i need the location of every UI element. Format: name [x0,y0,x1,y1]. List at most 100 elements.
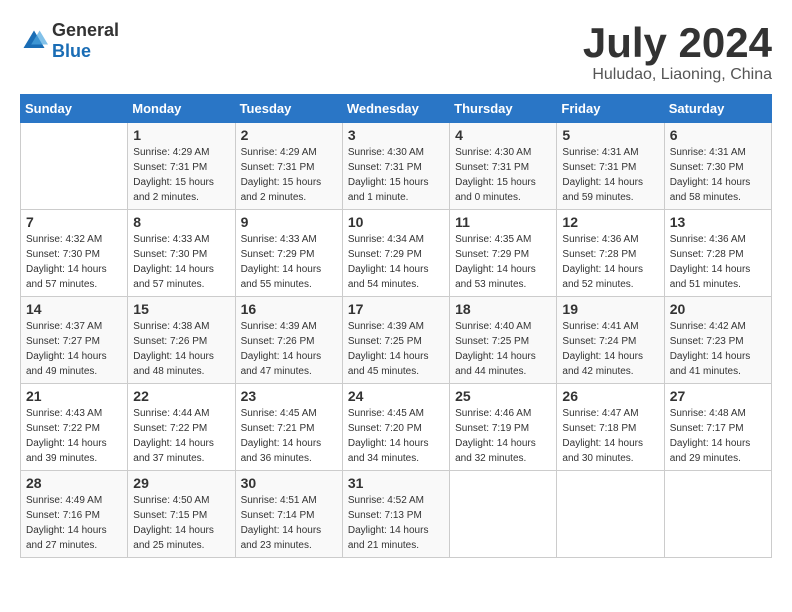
day-cell: 6 Sunrise: 4:31 AM Sunset: 7:30 PM Daylig… [664,123,771,210]
week-row-4: 21 Sunrise: 4:43 AM Sunset: 7:22 PM Dayli… [21,384,772,471]
week-row-5: 28 Sunrise: 4:49 AM Sunset: 7:16 PM Dayli… [21,471,772,558]
day-number: 11 [455,214,551,230]
day-number: 20 [670,301,766,317]
day-info: Sunrise: 4:36 AM Sunset: 7:28 PM Dayligh… [562,232,658,292]
day-number: 13 [670,214,766,230]
day-number: 14 [26,301,122,317]
day-number: 30 [241,475,337,491]
day-cell: 26 Sunrise: 4:47 AM Sunset: 7:18 PM Dayli… [557,384,664,471]
day-number: 26 [562,388,658,404]
day-number: 22 [133,388,229,404]
header-tuesday: Tuesday [235,95,342,123]
day-cell: 10 Sunrise: 4:34 AM Sunset: 7:29 PM Dayli… [342,210,449,297]
calendar-header: SundayMondayTuesdayWednesdayThursdayFrid… [21,95,772,123]
day-number: 2 [241,127,337,143]
logo-general: General [52,20,119,40]
day-number: 6 [670,127,766,143]
day-number: 23 [241,388,337,404]
header-wednesday: Wednesday [342,95,449,123]
day-number: 10 [348,214,444,230]
day-number: 29 [133,475,229,491]
day-info: Sunrise: 4:49 AM Sunset: 7:16 PM Dayligh… [26,493,122,553]
day-info: Sunrise: 4:51 AM Sunset: 7:14 PM Dayligh… [241,493,337,553]
day-info: Sunrise: 4:34 AM Sunset: 7:29 PM Dayligh… [348,232,444,292]
day-cell: 16 Sunrise: 4:39 AM Sunset: 7:26 PM Dayli… [235,297,342,384]
day-info: Sunrise: 4:46 AM Sunset: 7:19 PM Dayligh… [455,406,551,466]
logo-icon [20,27,48,55]
title-block: July 2024 Huludao, Liaoning, China [583,20,772,84]
day-cell: 5 Sunrise: 4:31 AM Sunset: 7:31 PM Daylig… [557,123,664,210]
logo: General Blue [20,20,119,62]
day-info: Sunrise: 4:33 AM Sunset: 7:30 PM Dayligh… [133,232,229,292]
week-row-1: 1Sunrise: 4:29 AM Sunset: 7:31 PM Daylig… [21,123,772,210]
day-cell: 2Sunrise: 4:29 AM Sunset: 7:31 PM Daylig… [235,123,342,210]
day-cell: 27 Sunrise: 4:48 AM Sunset: 7:17 PM Dayli… [664,384,771,471]
day-number: 18 [455,301,551,317]
day-cell: 14 Sunrise: 4:37 AM Sunset: 7:27 PM Dayli… [21,297,128,384]
day-cell [557,471,664,558]
day-cell: 15Sunrise: 4:38 AM Sunset: 7:26 PM Dayli… [128,297,235,384]
day-info: Sunrise: 4:50 AM Sunset: 7:15 PM Dayligh… [133,493,229,553]
day-cell [450,471,557,558]
day-info: Sunrise: 4:39 AM Sunset: 7:26 PM Dayligh… [241,319,337,379]
day-info: Sunrise: 4:45 AM Sunset: 7:20 PM Dayligh… [348,406,444,466]
day-number: 5 [562,127,658,143]
day-info: Sunrise: 4:45 AM Sunset: 7:21 PM Dayligh… [241,406,337,466]
day-number: 7 [26,214,122,230]
day-cell: 17Sunrise: 4:39 AM Sunset: 7:25 PM Dayli… [342,297,449,384]
day-info: Sunrise: 4:32 AM Sunset: 7:30 PM Dayligh… [26,232,122,292]
day-info: Sunrise: 4:40 AM Sunset: 7:25 PM Dayligh… [455,319,551,379]
header-monday: Monday [128,95,235,123]
logo-text: General Blue [52,20,119,62]
week-row-3: 14 Sunrise: 4:37 AM Sunset: 7:27 PM Dayli… [21,297,772,384]
logo-blue: Blue [52,41,91,61]
day-number: 12 [562,214,658,230]
day-number: 16 [241,301,337,317]
day-info: Sunrise: 4:31 AM Sunset: 7:30 PM Dayligh… [670,145,766,205]
day-info: Sunrise: 4:41 AM Sunset: 7:24 PM Dayligh… [562,319,658,379]
calendar-table: SundayMondayTuesdayWednesdayThursdayFrid… [20,94,772,558]
day-cell: 3Sunrise: 4:30 AM Sunset: 7:31 PM Daylig… [342,123,449,210]
day-cell: 7 Sunrise: 4:32 AM Sunset: 7:30 PM Daylig… [21,210,128,297]
day-cell: 22Sunrise: 4:44 AM Sunset: 7:22 PM Dayli… [128,384,235,471]
day-cell: 9 Sunrise: 4:33 AM Sunset: 7:29 PM Daylig… [235,210,342,297]
day-info: Sunrise: 4:47 AM Sunset: 7:18 PM Dayligh… [562,406,658,466]
day-cell: 20Sunrise: 4:42 AM Sunset: 7:23 PM Dayli… [664,297,771,384]
day-info: Sunrise: 4:43 AM Sunset: 7:22 PM Dayligh… [26,406,122,466]
day-info: Sunrise: 4:48 AM Sunset: 7:17 PM Dayligh… [670,406,766,466]
day-number: 19 [562,301,658,317]
day-cell: 13Sunrise: 4:36 AM Sunset: 7:28 PM Dayli… [664,210,771,297]
header-thursday: Thursday [450,95,557,123]
day-number: 15 [133,301,229,317]
day-cell [664,471,771,558]
day-number: 3 [348,127,444,143]
day-info: Sunrise: 4:31 AM Sunset: 7:31 PM Dayligh… [562,145,658,205]
day-info: Sunrise: 4:37 AM Sunset: 7:27 PM Dayligh… [26,319,122,379]
day-number: 27 [670,388,766,404]
header-row: SundayMondayTuesdayWednesdayThursdayFrid… [21,95,772,123]
day-number: 31 [348,475,444,491]
day-number: 25 [455,388,551,404]
calendar-body: 1Sunrise: 4:29 AM Sunset: 7:31 PM Daylig… [21,123,772,558]
day-cell [21,123,128,210]
day-number: 17 [348,301,444,317]
day-cell: 11 Sunrise: 4:35 AM Sunset: 7:29 PM Dayli… [450,210,557,297]
day-info: Sunrise: 4:33 AM Sunset: 7:29 PM Dayligh… [241,232,337,292]
day-cell: 12 Sunrise: 4:36 AM Sunset: 7:28 PM Dayli… [557,210,664,297]
day-number: 24 [348,388,444,404]
day-number: 21 [26,388,122,404]
day-number: 4 [455,127,551,143]
day-number: 9 [241,214,337,230]
day-cell: 18 Sunrise: 4:40 AM Sunset: 7:25 PM Dayli… [450,297,557,384]
day-cell: 30 Sunrise: 4:51 AM Sunset: 7:14 PM Dayli… [235,471,342,558]
day-cell: 8Sunrise: 4:33 AM Sunset: 7:30 PM Daylig… [128,210,235,297]
location-title: Huludao, Liaoning, China [583,66,772,84]
day-cell: 23 Sunrise: 4:45 AM Sunset: 7:21 PM Dayli… [235,384,342,471]
day-cell: 21 Sunrise: 4:43 AM Sunset: 7:22 PM Dayli… [21,384,128,471]
day-info: Sunrise: 4:35 AM Sunset: 7:29 PM Dayligh… [455,232,551,292]
header-saturday: Saturday [664,95,771,123]
day-info: Sunrise: 4:29 AM Sunset: 7:31 PM Dayligh… [133,145,229,205]
page-header: General Blue July 2024 Huludao, Liaoning… [20,20,772,84]
day-number: 28 [26,475,122,491]
day-cell: 24 Sunrise: 4:45 AM Sunset: 7:20 PM Dayli… [342,384,449,471]
